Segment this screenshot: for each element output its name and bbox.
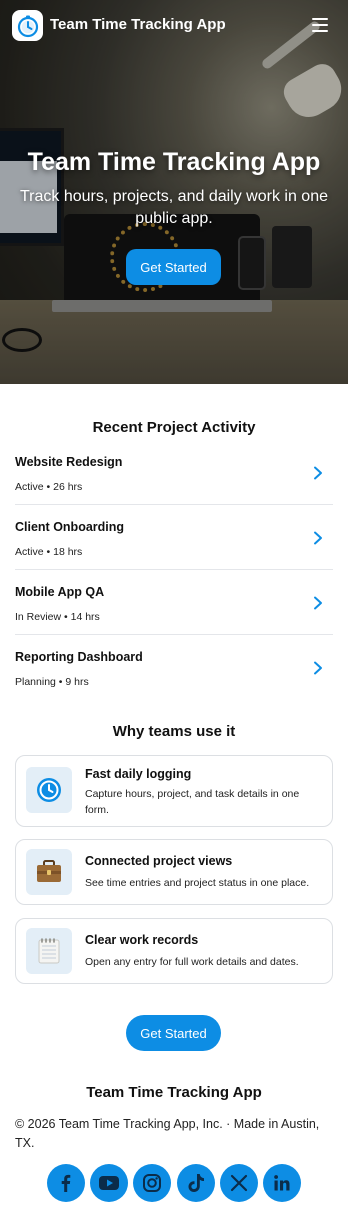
project-row-website-redesign[interactable]: Website Redesign Active • 26 hrs: [15, 440, 333, 505]
notepad-icon: [38, 938, 60, 964]
project-row-mobile-app-qa[interactable]: Mobile App QA In Review • 14 hrs: [15, 570, 333, 635]
project-row-client-onboarding[interactable]: Client Onboarding Active • 18 hrs: [15, 505, 333, 570]
get-started-button[interactable]: Get Started: [126, 1015, 221, 1051]
clock-icon: [37, 778, 61, 802]
hero-get-started-button[interactable]: Get Started: [126, 249, 221, 285]
linkedin-icon[interactable]: [262, 1164, 301, 1202]
instagram-icon[interactable]: [133, 1164, 172, 1202]
features-section-title: Why teams use it: [112, 723, 236, 740]
chevron-right-icon[interactable]: [313, 531, 323, 545]
project-meta: Planning • 9 hrs: [15, 676, 89, 688]
facebook-icon[interactable]: [47, 1164, 85, 1202]
hero-section: Team Time Tracking App Team Time Trackin…: [0, 0, 348, 384]
project-name: Mobile App QA: [15, 585, 105, 599]
feature-card-connected-project-views: Connected project views See time entries…: [15, 839, 333, 905]
activity-section-title: Recent Project Activity: [92, 419, 256, 436]
stopwatch-icon: [17, 15, 38, 37]
youtube-icon[interactable]: [90, 1164, 129, 1202]
footer-title: Team Time Tracking App: [86, 1084, 262, 1101]
app-logo[interactable]: [12, 10, 43, 41]
chevron-right-icon[interactable]: [313, 466, 323, 480]
feature-description: Open any entry for full work details and…: [85, 956, 299, 968]
project-row-reporting-dashboard[interactable]: Reporting Dashboard Planning • 9 hrs: [15, 635, 333, 700]
feature-title: Fast daily logging: [85, 767, 192, 781]
feature-card-clear-work-records: Clear work records Open any entry for fu…: [15, 918, 333, 984]
app-title[interactable]: Team Time Tracking App: [50, 16, 226, 33]
hamburger-menu-icon[interactable]: [312, 18, 328, 32]
feature-description: Capture hours, project, and task details…: [85, 788, 300, 816]
feature-title: Clear work records: [85, 933, 199, 947]
project-name: Website Redesign: [15, 455, 123, 469]
x-icon[interactable]: [219, 1164, 258, 1202]
briefcase-icon: [37, 860, 61, 882]
project-name: Client Onboarding: [15, 520, 125, 534]
feature-card-fast-daily-logging: Fast daily logging Capture hours, projec…: [15, 755, 333, 827]
project-meta: Active • 26 hrs: [15, 481, 83, 493]
project-name: Reporting Dashboard: [15, 650, 143, 664]
feature-icon-box: [26, 767, 72, 813]
feature-description: See time entries and project status in o…: [85, 877, 310, 889]
feature-icon-box: [26, 928, 72, 974]
chevron-right-icon[interactable]: [313, 596, 323, 610]
footer-copyright: © 2026 Team Time Tracking App, Inc. · Ma…: [15, 1117, 320, 1150]
chevron-right-icon[interactable]: [313, 661, 323, 675]
hero-title: Team Time Tracking App: [27, 148, 321, 176]
social-links: [47, 1164, 301, 1202]
project-meta: Active • 18 hrs: [15, 546, 83, 558]
top-nav-bar: Team Time Tracking App: [0, 0, 348, 52]
tiktok-icon[interactable]: [176, 1164, 215, 1202]
feature-icon-box: [26, 849, 72, 895]
project-meta: In Review • 14 hrs: [15, 611, 100, 623]
hero-subtitle: Track hours, projects, and daily work in…: [20, 188, 328, 227]
feature-title: Connected project views: [85, 854, 233, 868]
